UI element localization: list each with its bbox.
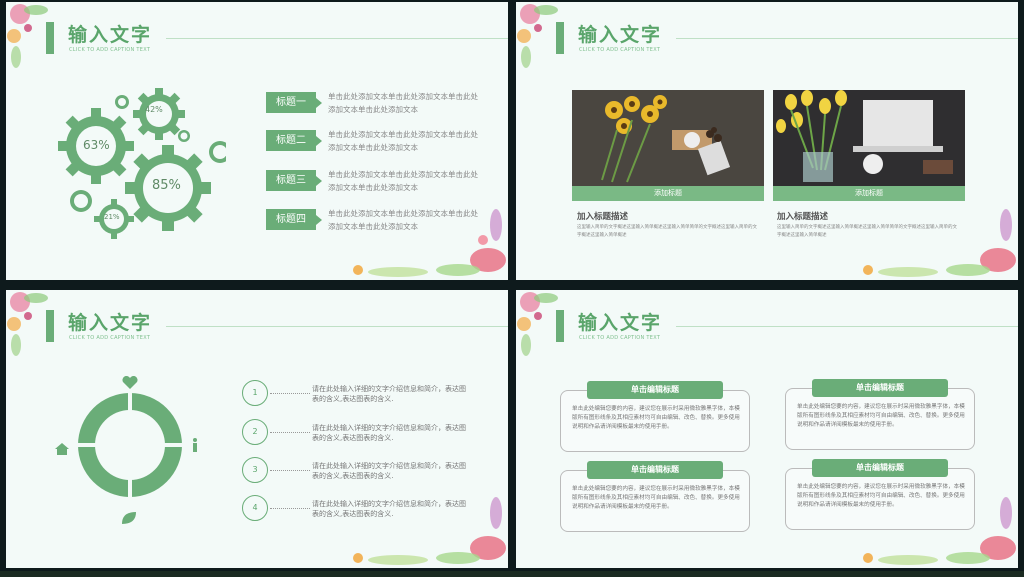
card-heading: 加入标题描述 [577, 212, 629, 222]
header-divider [676, 326, 1018, 327]
leaf-icon [122, 512, 136, 524]
item-tag: 标题二 [266, 130, 322, 151]
photo-caption: 添加标题 [572, 186, 764, 201]
list-item: 标题四 单击此处添加文本单击此处添加文本单击此处添加文本单击此处添加文本 [266, 209, 478, 231]
step-number: 2 [242, 419, 268, 445]
flower-decoration-icon [517, 4, 558, 68]
slide-subtitle: CLICK TO ADD CAPTION TEXT [579, 47, 661, 53]
item-tag: 标题四 [266, 209, 322, 230]
gears-diagram [58, 88, 226, 239]
slide-subtitle: CLICK TO ADD CAPTION TEXT [69, 47, 151, 53]
step-connector [270, 470, 310, 471]
slide-title: 输入文字 [578, 312, 663, 334]
sunflower-photo [572, 90, 764, 186]
photo-caption: 添加标题 [773, 186, 965, 201]
step-text: 请在此处输入详细的文字介绍信息和简介，表达图表的含义,表达图表的含义. [312, 385, 466, 403]
box-text: 单击此处编辑您要的内容，建议您在展示时采用微软雅黑字体，本模版所有图形线条及其相… [572, 486, 740, 510]
item-text: 单击此处添加文本单击此处添加文本单击此处添加文本单击此处添加文本 [328, 170, 478, 192]
title-accent-bar [46, 310, 54, 342]
gear-value-42: 42% [145, 105, 163, 114]
step-number: 4 [242, 495, 268, 521]
slide-subtitle: CLICK TO ADD CAPTION TEXT [69, 335, 151, 341]
box-heading: 单击编辑标题 [587, 381, 723, 399]
step-text: 请在此处输入详细的文字介绍信息和简介，表达图表的含义,表达图表的含义. [312, 500, 466, 518]
card-text: 这里输入简单的文字概述这里输入简单概述这里输入简单简单的文字概述这里输入简单的文… [777, 225, 957, 238]
info-icon [193, 438, 197, 452]
slide-thumbnail-1[interactable]: 输入文字 CLICK TO ADD CAPTION TEXT 63% 42% 8… [6, 2, 508, 280]
flower-decoration-icon [7, 292, 48, 356]
box-text: 单击此处编辑您要的内容，建议您在展示时采用微软雅黑字体，本模版所有图形线条及其相… [572, 406, 740, 430]
step-text: 请在此处输入详细的文字介绍信息和简介，表达图表的含义,表达图表的含义. [312, 462, 466, 480]
tulip-photo [773, 90, 965, 186]
gear-value-21: 21% [104, 213, 120, 221]
step-number: 1 [242, 380, 268, 406]
header-divider [166, 326, 508, 327]
step-number: 3 [242, 457, 268, 483]
title-accent-bar [556, 310, 564, 342]
slide-subtitle: CLICK TO ADD CAPTION TEXT [579, 335, 661, 341]
flower-decoration-icon [517, 292, 558, 356]
step-connector [270, 432, 310, 433]
slide-thumbnail-3[interactable]: 输入文字 CLICK TO ADD CAPTION TEXT 1 请在此处输入详… [6, 290, 508, 568]
flower-decoration-icon [863, 209, 1016, 277]
heart-icon [122, 376, 138, 389]
item-text: 单击此处添加文本单击此处添加文本单击此处添加文本单击此处添加文本 [328, 92, 478, 114]
box-heading: 单击编辑标题 [587, 461, 723, 479]
slide-title: 输入文字 [68, 24, 153, 46]
box-heading: 单击编辑标题 [812, 379, 948, 397]
step-connector [270, 393, 310, 394]
slide-title: 输入文字 [68, 312, 153, 334]
cycle-ring-diagram [72, 387, 188, 503]
slide-thumbnail-4[interactable]: 输入文字 CLICK TO ADD CAPTION TEXT 单击编辑标题 单击… [516, 290, 1018, 568]
header-divider [676, 38, 1018, 39]
item-tag: 标题一 [266, 92, 322, 113]
box-text: 单击此处编辑您要的内容，建议您在展示时采用微软雅黑字体，本模版所有图形线条及其相… [797, 484, 965, 508]
title-accent-bar [556, 22, 564, 54]
list-item: 标题一 单击此处添加文本单击此处添加文本单击此处添加文本单击此处添加文本 [266, 92, 478, 114]
gear-value-63: 63% [83, 138, 110, 152]
flower-decoration-icon [7, 4, 48, 68]
list-item: 标题三 单击此处添加文本单击此处添加文本单击此处添加文本单击此处添加文本 [266, 170, 478, 192]
box-heading: 单击编辑标题 [812, 459, 948, 477]
home-icon [55, 443, 69, 455]
slide-grid: 输入文字 CLICK TO ADD CAPTION TEXT 63% 42% 8… [0, 0, 1024, 577]
card-text: 这里输入简单的文字概述这里输入简单概述这里输入简单简单的文字概述这里输入简单的文… [577, 225, 757, 238]
gear-value-85: 85% [152, 178, 181, 193]
slide-thumbnail-2[interactable]: 输入文字 CLICK TO ADD CAPTION TEXT 添加标题 加入标题… [516, 2, 1018, 280]
item-text: 单击此处添加文本单击此处添加文本单击此处添加文本单击此处添加文本 [328, 209, 478, 231]
step-text: 请在此处输入详细的文字介绍信息和简介，表达图表的含义,表达图表的含义. [312, 424, 466, 442]
next-row-preview [0, 571, 1024, 577]
box-text: 单击此处编辑您要的内容，建议您在展示时采用微软雅黑字体，本模版所有图形线条及其相… [797, 404, 965, 428]
item-text: 单击此处添加文本单击此处添加文本单击此处添加文本单击此处添加文本 [328, 130, 478, 152]
step-connector [270, 508, 310, 509]
header-divider [166, 38, 508, 39]
slide-title: 输入文字 [578, 24, 663, 46]
title-accent-bar [46, 22, 54, 54]
list-item: 标题二 单击此处添加文本单击此处添加文本单击此处添加文本单击此处添加文本 [266, 130, 478, 152]
item-tag: 标题三 [266, 170, 322, 191]
card-heading: 加入标题描述 [777, 212, 829, 222]
